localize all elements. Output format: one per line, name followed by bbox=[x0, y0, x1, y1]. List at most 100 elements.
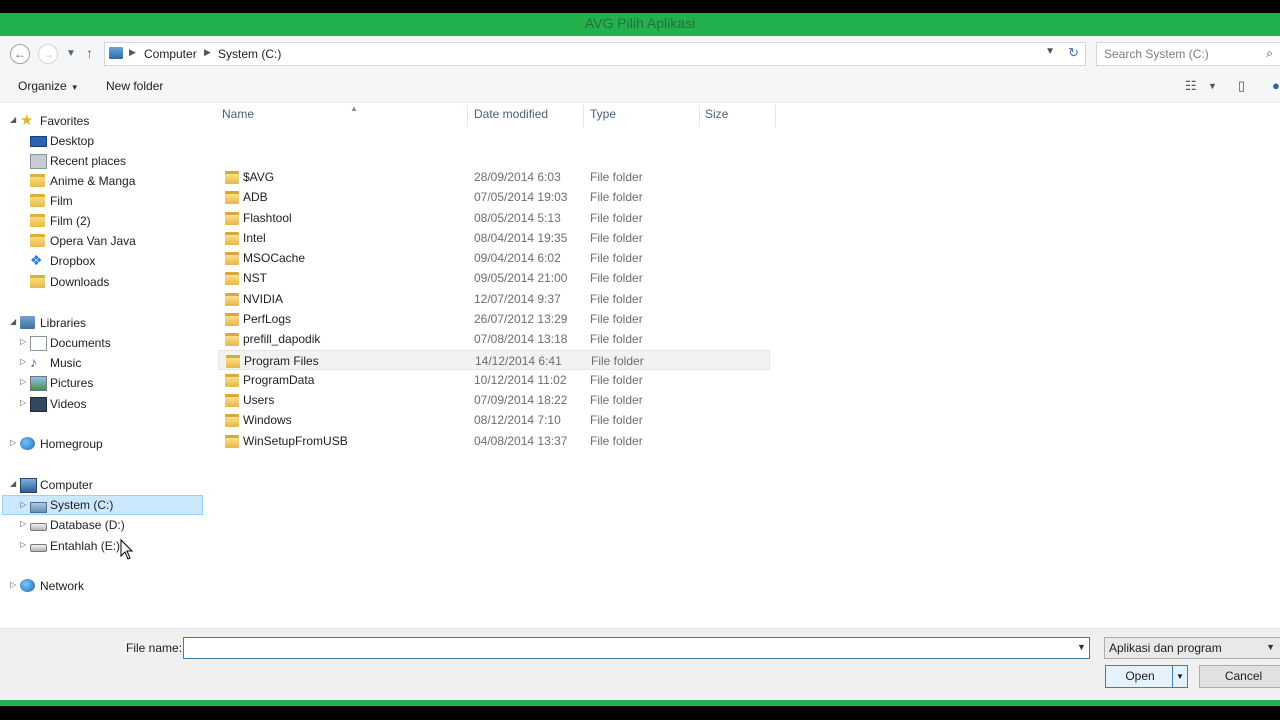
file-date: 07/05/2014 19:03 bbox=[474, 190, 568, 204]
breadcrumb-system-c[interactable]: System (C:) bbox=[218, 47, 281, 61]
back-button[interactable]: ← bbox=[10, 44, 30, 64]
sidebar-item-dropbox[interactable]: ❖ Dropbox bbox=[2, 251, 203, 271]
expanded-arrow-icon[interactable]: ◢ bbox=[10, 317, 16, 326]
open-options-dropdown-icon[interactable]: ▼ bbox=[1172, 666, 1187, 687]
file-type: File folder bbox=[591, 354, 644, 368]
new-folder-button[interactable]: New folder bbox=[106, 79, 163, 93]
address-row: ← → ▼ ↑ ▶ Computer ▶ System (C:) ▼ ↻ Sea… bbox=[0, 36, 1280, 70]
column-header-type[interactable]: Type bbox=[590, 107, 700, 129]
tree-computer[interactable]: ◢ Computer bbox=[2, 475, 203, 495]
breadcrumb-computer[interactable]: Computer bbox=[144, 47, 197, 61]
address-bar[interactable]: ▶ Computer ▶ System (C:) ▼ ↻ bbox=[104, 42, 1086, 66]
sidebar-item-music[interactable]: ▷ ♪ Music bbox=[2, 353, 203, 373]
search-icon[interactable]: ⌕ bbox=[1266, 46, 1273, 61]
breadcrumb-separator-icon[interactable]: ▶ bbox=[204, 47, 211, 58]
file-row[interactable]: NVIDIA 12/07/2014 9:37 File folder bbox=[218, 289, 770, 309]
collapsed-arrow-icon[interactable]: ▷ bbox=[10, 580, 16, 589]
sidebar-item-pictures[interactable]: ▷ Pictures bbox=[2, 373, 203, 393]
column-header-date[interactable]: Date modified bbox=[474, 107, 584, 129]
collapsed-arrow-icon[interactable]: ▷ bbox=[20, 357, 26, 366]
file-row[interactable]: NST 09/05/2014 21:00 File folder bbox=[218, 268, 770, 288]
sidebar-item-film-2[interactable]: Film (2) bbox=[2, 211, 203, 231]
column-divider[interactable] bbox=[583, 105, 584, 127]
recent-locations-chevron-icon[interactable]: ▼ bbox=[66, 48, 76, 59]
tree-libraries[interactable]: ◢ Libraries bbox=[2, 313, 203, 333]
sidebar-item-label: Videos bbox=[50, 397, 87, 411]
file-row[interactable]: PerfLogs 26/07/2012 13:29 File folder bbox=[218, 309, 770, 329]
folder-icon bbox=[30, 174, 45, 187]
sidebar-item-downloads[interactable]: Downloads bbox=[2, 272, 203, 292]
sidebar-item-videos[interactable]: ▷ Videos bbox=[2, 394, 203, 414]
folder-icon bbox=[225, 414, 239, 427]
file-row[interactable]: ADB 07/05/2014 19:03 File folder bbox=[218, 187, 770, 207]
sidebar-item-entahlah-e[interactable]: ▷ Entahlah (E:) bbox=[2, 536, 203, 556]
view-options-chevron-icon[interactable]: ▼ bbox=[1208, 81, 1217, 91]
column-header-size[interactable]: Size bbox=[705, 107, 775, 129]
tree-favorites[interactable]: ◢ ★ Favorites bbox=[2, 111, 203, 131]
folder-icon bbox=[225, 394, 239, 407]
system-drive-icon bbox=[30, 502, 47, 513]
tree-homegroup[interactable]: ▷ Homegroup bbox=[2, 434, 203, 454]
computer-icon bbox=[109, 47, 123, 59]
file-row[interactable]: Intel 08/04/2014 19:35 File folder bbox=[218, 228, 770, 248]
sidebar-item-recent-places[interactable]: Recent places bbox=[2, 151, 203, 171]
tree-network[interactable]: ▷ Network bbox=[2, 576, 203, 596]
file-row[interactable]: Windows 08/12/2014 7:10 File folder bbox=[218, 410, 770, 430]
folder-icon bbox=[225, 313, 239, 326]
cancel-button[interactable]: Cancel bbox=[1199, 665, 1280, 688]
file-type-filter[interactable]: Aplikasi dan program ▼ bbox=[1104, 637, 1280, 659]
collapsed-arrow-icon[interactable]: ▷ bbox=[10, 438, 16, 447]
sidebar-item-documents[interactable]: ▷ Documents bbox=[2, 333, 203, 353]
sidebar-item-desktop[interactable]: Desktop bbox=[2, 131, 203, 151]
file-date: 28/09/2014 6:03 bbox=[474, 170, 561, 184]
change-view-icon[interactable]: ☷ bbox=[1185, 78, 1197, 94]
search-placeholder: Search System (C:) bbox=[1104, 47, 1209, 61]
file-row[interactable]: Users 07/09/2014 18:22 File folder bbox=[218, 390, 770, 410]
mouse-pointer-icon bbox=[120, 539, 134, 560]
folder-icon bbox=[225, 435, 239, 448]
file-row[interactable]: prefill_dapodik 07/08/2014 13:18 File fo… bbox=[218, 329, 770, 349]
sidebar-item-database-d[interactable]: ▷ Database (D:) bbox=[2, 515, 203, 535]
preview-pane-icon[interactable]: ▯ bbox=[1238, 78, 1245, 94]
sidebar-item-label: Pictures bbox=[50, 376, 94, 390]
collapsed-arrow-icon[interactable]: ▷ bbox=[20, 337, 26, 346]
column-divider[interactable] bbox=[467, 105, 468, 127]
forward-button[interactable]: → bbox=[38, 44, 58, 64]
collapsed-arrow-icon[interactable]: ▷ bbox=[20, 398, 26, 407]
sidebar-item-film[interactable]: Film bbox=[2, 191, 203, 211]
file-name: PerfLogs bbox=[243, 312, 292, 326]
file-name-input[interactable] bbox=[183, 637, 1090, 659]
sidebar-item-label: Film bbox=[50, 194, 73, 208]
sidebar-item-system-c[interactable]: ▷ System (C:) bbox=[2, 495, 203, 515]
open-button[interactable]: Open ▼ bbox=[1105, 665, 1188, 688]
breadcrumb-separator-icon[interactable]: ▶ bbox=[129, 47, 136, 58]
file-row[interactable]: Flashtool 08/05/2014 5:13 File folder bbox=[218, 208, 770, 228]
column-header-name[interactable]: ▲ Name bbox=[222, 104, 467, 129]
file-row[interactable]: WinSetupFromUSB 04/08/2014 13:37 File fo… bbox=[218, 431, 770, 451]
sidebar-item-opera-van-java[interactable]: Opera Van Java bbox=[2, 231, 203, 251]
expanded-arrow-icon[interactable]: ◢ bbox=[10, 115, 16, 124]
refresh-icon[interactable]: ↻ bbox=[1068, 45, 1079, 61]
column-divider[interactable] bbox=[775, 105, 776, 127]
window-title: AVG Pilih Aplikasi bbox=[584, 15, 696, 31]
organize-button[interactable]: Organize ▼ bbox=[18, 79, 79, 93]
collapsed-arrow-icon[interactable]: ▷ bbox=[20, 377, 26, 386]
file-row[interactable]: Program Files 14/12/2014 6:41 File folde… bbox=[218, 350, 770, 370]
title-bar[interactable]: AVG Pilih Aplikasi bbox=[0, 13, 1280, 36]
collapsed-arrow-icon[interactable]: ▷ bbox=[20, 500, 26, 509]
search-box[interactable]: Search System (C:) ⌕ bbox=[1096, 42, 1280, 66]
collapsed-arrow-icon[interactable]: ▷ bbox=[20, 519, 26, 528]
help-icon[interactable]: ● bbox=[1272, 78, 1280, 93]
column-divider[interactable] bbox=[699, 105, 700, 127]
collapsed-arrow-icon[interactable]: ▷ bbox=[20, 540, 26, 549]
file-row[interactable]: MSOCache 09/04/2014 6:02 File folder bbox=[218, 248, 770, 268]
up-arrow-icon[interactable]: ↑ bbox=[86, 45, 93, 61]
homegroup-icon bbox=[20, 437, 35, 450]
sidebar-item-anime-manga[interactable]: Anime & Manga bbox=[2, 171, 203, 191]
file-row[interactable]: ProgramData 10/12/2014 11:02 File folder bbox=[218, 370, 770, 390]
address-dropdown-icon[interactable]: ▼ bbox=[1045, 46, 1055, 57]
folder-icon bbox=[225, 293, 239, 306]
file-name-dropdown-icon[interactable]: ▼ bbox=[1077, 642, 1086, 652]
expanded-arrow-icon[interactable]: ◢ bbox=[10, 479, 16, 488]
file-row[interactable]: $AVG 28/09/2014 6:03 File folder bbox=[218, 167, 770, 187]
